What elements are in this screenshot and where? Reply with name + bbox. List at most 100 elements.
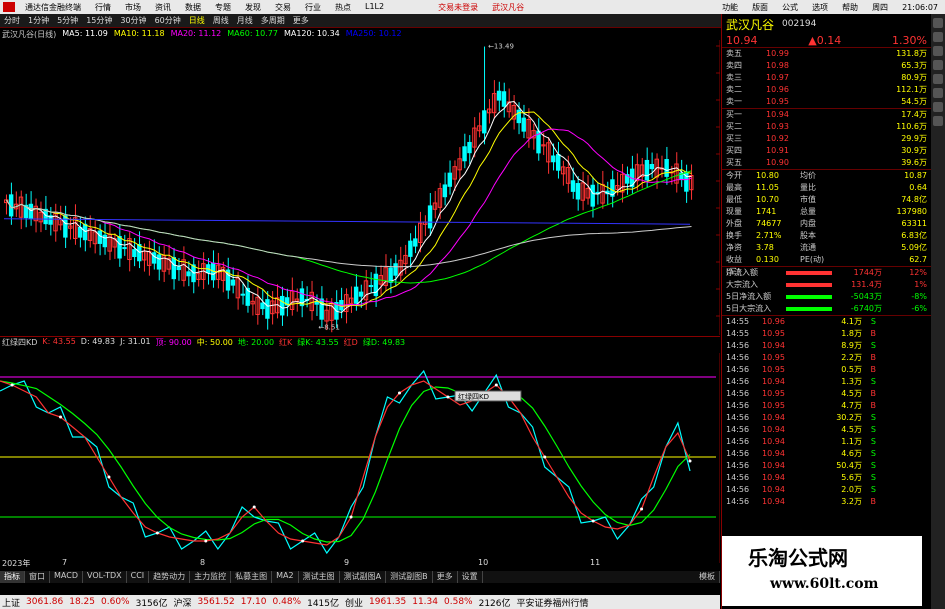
indicator-value: 红D <box>343 338 358 347</box>
indicator-tab[interactable]: MACD <box>50 571 83 583</box>
candle <box>156 254 162 270</box>
orderbook-row[interactable]: 卖三 10.97 80.9万 <box>722 72 931 84</box>
menu-right-item[interactable]: 公式 <box>775 2 805 13</box>
menu-item[interactable]: 交易 <box>268 2 298 13</box>
high-label: ←13.49 <box>488 43 514 51</box>
tick-volume: 5.6万 <box>841 473 862 482</box>
sidebar-tool-icon[interactable] <box>933 102 943 112</box>
tick-time: 14:56 <box>726 437 750 446</box>
orderbook-row[interactable]: 买三 10.92 29.9万 <box>722 133 931 145</box>
kd-indicator-chart[interactable]: 100.0090.0080.0070.0060.0050.0040.0030.0… <box>0 348 720 568</box>
indicator-tab[interactable]: MA2 <box>272 571 299 583</box>
period-tab[interactable]: 5分钟 <box>53 15 82 26</box>
menu-item[interactable]: 发现 <box>238 2 268 13</box>
menu-item[interactable]: 行情 <box>88 2 118 13</box>
indicator-tab[interactable]: CCI <box>127 571 150 583</box>
stats-value: 74677 <box>756 219 782 228</box>
sidebar-tool-icon[interactable] <box>933 60 943 70</box>
sidebar-tool-icon[interactable] <box>933 74 943 84</box>
watermark: 乐淘公式网 www.60lt.com <box>722 536 922 606</box>
menu-red-item[interactable]: 武汉凡谷 <box>485 2 531 13</box>
menu-right-item[interactable]: 功能 <box>715 2 745 13</box>
period-tab[interactable]: 1分钟 <box>24 15 53 26</box>
period-tab[interactable]: 30分钟 <box>116 15 150 26</box>
orderbook-price: 10.97 <box>766 73 789 82</box>
indicator-tab[interactable]: 测试主图 <box>299 571 340 583</box>
indicator-tab[interactable]: 指标 <box>0 571 25 583</box>
indicator-tab[interactable]: VOL-TDX <box>83 571 127 583</box>
tick-time: 14:56 <box>726 341 750 350</box>
candle <box>393 263 398 276</box>
indicator-tab[interactable]: 测试副图B <box>386 571 433 583</box>
orderbook-row[interactable]: 卖二 10.96 112.1万 <box>722 84 931 96</box>
orderbook-volume: 30.9万 <box>901 146 927 155</box>
period-tab[interactable]: 多周期 <box>257 15 289 26</box>
sidebar-tool-icon[interactable] <box>933 18 943 28</box>
indicator-tab[interactable]: 私募主图 <box>231 571 273 583</box>
orderbook-row[interactable]: 买四 10.91 30.9万 <box>722 145 931 157</box>
template-button[interactable]: 模板 <box>695 571 720 583</box>
period-tab[interactable]: 日线 <box>185 15 209 26</box>
indicator-tab[interactable]: 窗口 <box>25 571 50 583</box>
orderbook-price: 10.98 <box>766 61 789 70</box>
ma-line <box>6 128 692 306</box>
menu-item[interactable]: 数据 <box>178 2 208 13</box>
orderbook-label: 买四 <box>726 146 742 155</box>
signal-dot <box>349 515 353 519</box>
indicator-tab-bar: 指标 窗口 MACD VOL-TDX CCI 趋势动力 主力监控 私募主图 MA2 测试主图 测试副… <box>0 571 720 583</box>
tick-volume: 4.7万 <box>841 401 862 410</box>
indicator-tab[interactable]: 主力监控 <box>190 571 232 583</box>
orderbook-label: 买三 <box>726 134 742 143</box>
menu-right-item[interactable]: 版面 <box>745 2 775 13</box>
candle <box>280 295 285 316</box>
stats-label: 股本 <box>800 231 816 240</box>
tick-time: 14:56 <box>726 365 750 374</box>
indicator-tab[interactable]: 设置 <box>458 571 483 583</box>
orderbook-row[interactable]: 买五 10.90 39.6万 <box>722 157 931 169</box>
orderbook-row[interactable]: 买一 10.94 17.4万 <box>722 109 931 121</box>
tick-price: 10.94 <box>762 497 785 506</box>
tick-side: S <box>870 413 876 422</box>
flow-bar <box>786 271 832 275</box>
menu-item[interactable]: 行业 <box>298 2 328 13</box>
menu-right-item[interactable]: 帮助 <box>835 2 865 13</box>
stats-label: 总量 <box>800 207 816 216</box>
menu-right-item[interactable]: 选项 <box>805 2 835 13</box>
period-tab[interactable]: 月线 <box>233 15 257 26</box>
period-tab[interactable]: 15分钟 <box>82 15 116 26</box>
status-item: 2126亿 <box>478 598 511 609</box>
candle <box>501 91 507 107</box>
indicator-name: 红绿四KD <box>2 338 38 347</box>
candlestick-chart[interactable]: 13.5013.0012.5012.0011.5011.0010.5010.00… <box>0 40 720 335</box>
menu-item[interactable]: 市场 <box>118 2 148 13</box>
period-tab[interactable]: 更多 <box>289 15 313 26</box>
tick-time: 14:56 <box>726 377 750 386</box>
tick-side: B <box>870 401 877 410</box>
status-item: 上证 <box>2 598 21 609</box>
sidebar-tool-icon[interactable] <box>933 32 943 42</box>
menu-item[interactable]: 资讯 <box>148 2 178 13</box>
period-tab[interactable]: 60分钟 <box>151 15 185 26</box>
sidebar-tool-icon[interactable] <box>933 46 943 56</box>
orderbook-row[interactable]: 买二 10.93 110.6万 <box>722 121 931 133</box>
tick-row: 14:56 10.94 1.1万 S <box>722 436 931 448</box>
indicator-tab[interactable]: 趋势动力 <box>149 571 191 583</box>
stats-value: 10.70 <box>756 195 779 204</box>
menu-item[interactable]: 热点 <box>328 2 358 13</box>
sidebar-tool-icon[interactable] <box>933 88 943 98</box>
orderbook-row[interactable]: 卖一 10.95 54.5万 <box>722 96 931 108</box>
menu-red-item[interactable]: 交易未登录 <box>431 2 485 13</box>
menu-item[interactable]: 专题 <box>208 2 238 13</box>
orderbook-row[interactable]: 卖四 10.98 65.3万 <box>722 60 931 72</box>
sidebar-tool-icon[interactable] <box>933 116 943 126</box>
indicator-tab[interactable]: 更多 <box>433 571 458 583</box>
indicator-value: 顶: 90.00 <box>155 338 192 347</box>
indicator-tab[interactable]: 测试副图A <box>340 571 387 583</box>
period-tab[interactable]: 周线 <box>209 15 233 26</box>
period-tab[interactable]: 分时 <box>0 15 24 26</box>
menu-right-item[interactable]: 周四 <box>865 2 895 13</box>
menu-item[interactable]: L1L2 <box>358 2 391 13</box>
signal-dot <box>10 383 14 387</box>
date-label: 8 <box>200 558 206 567</box>
orderbook-row[interactable]: 卖五 10.99 131.8万 <box>722 48 931 60</box>
